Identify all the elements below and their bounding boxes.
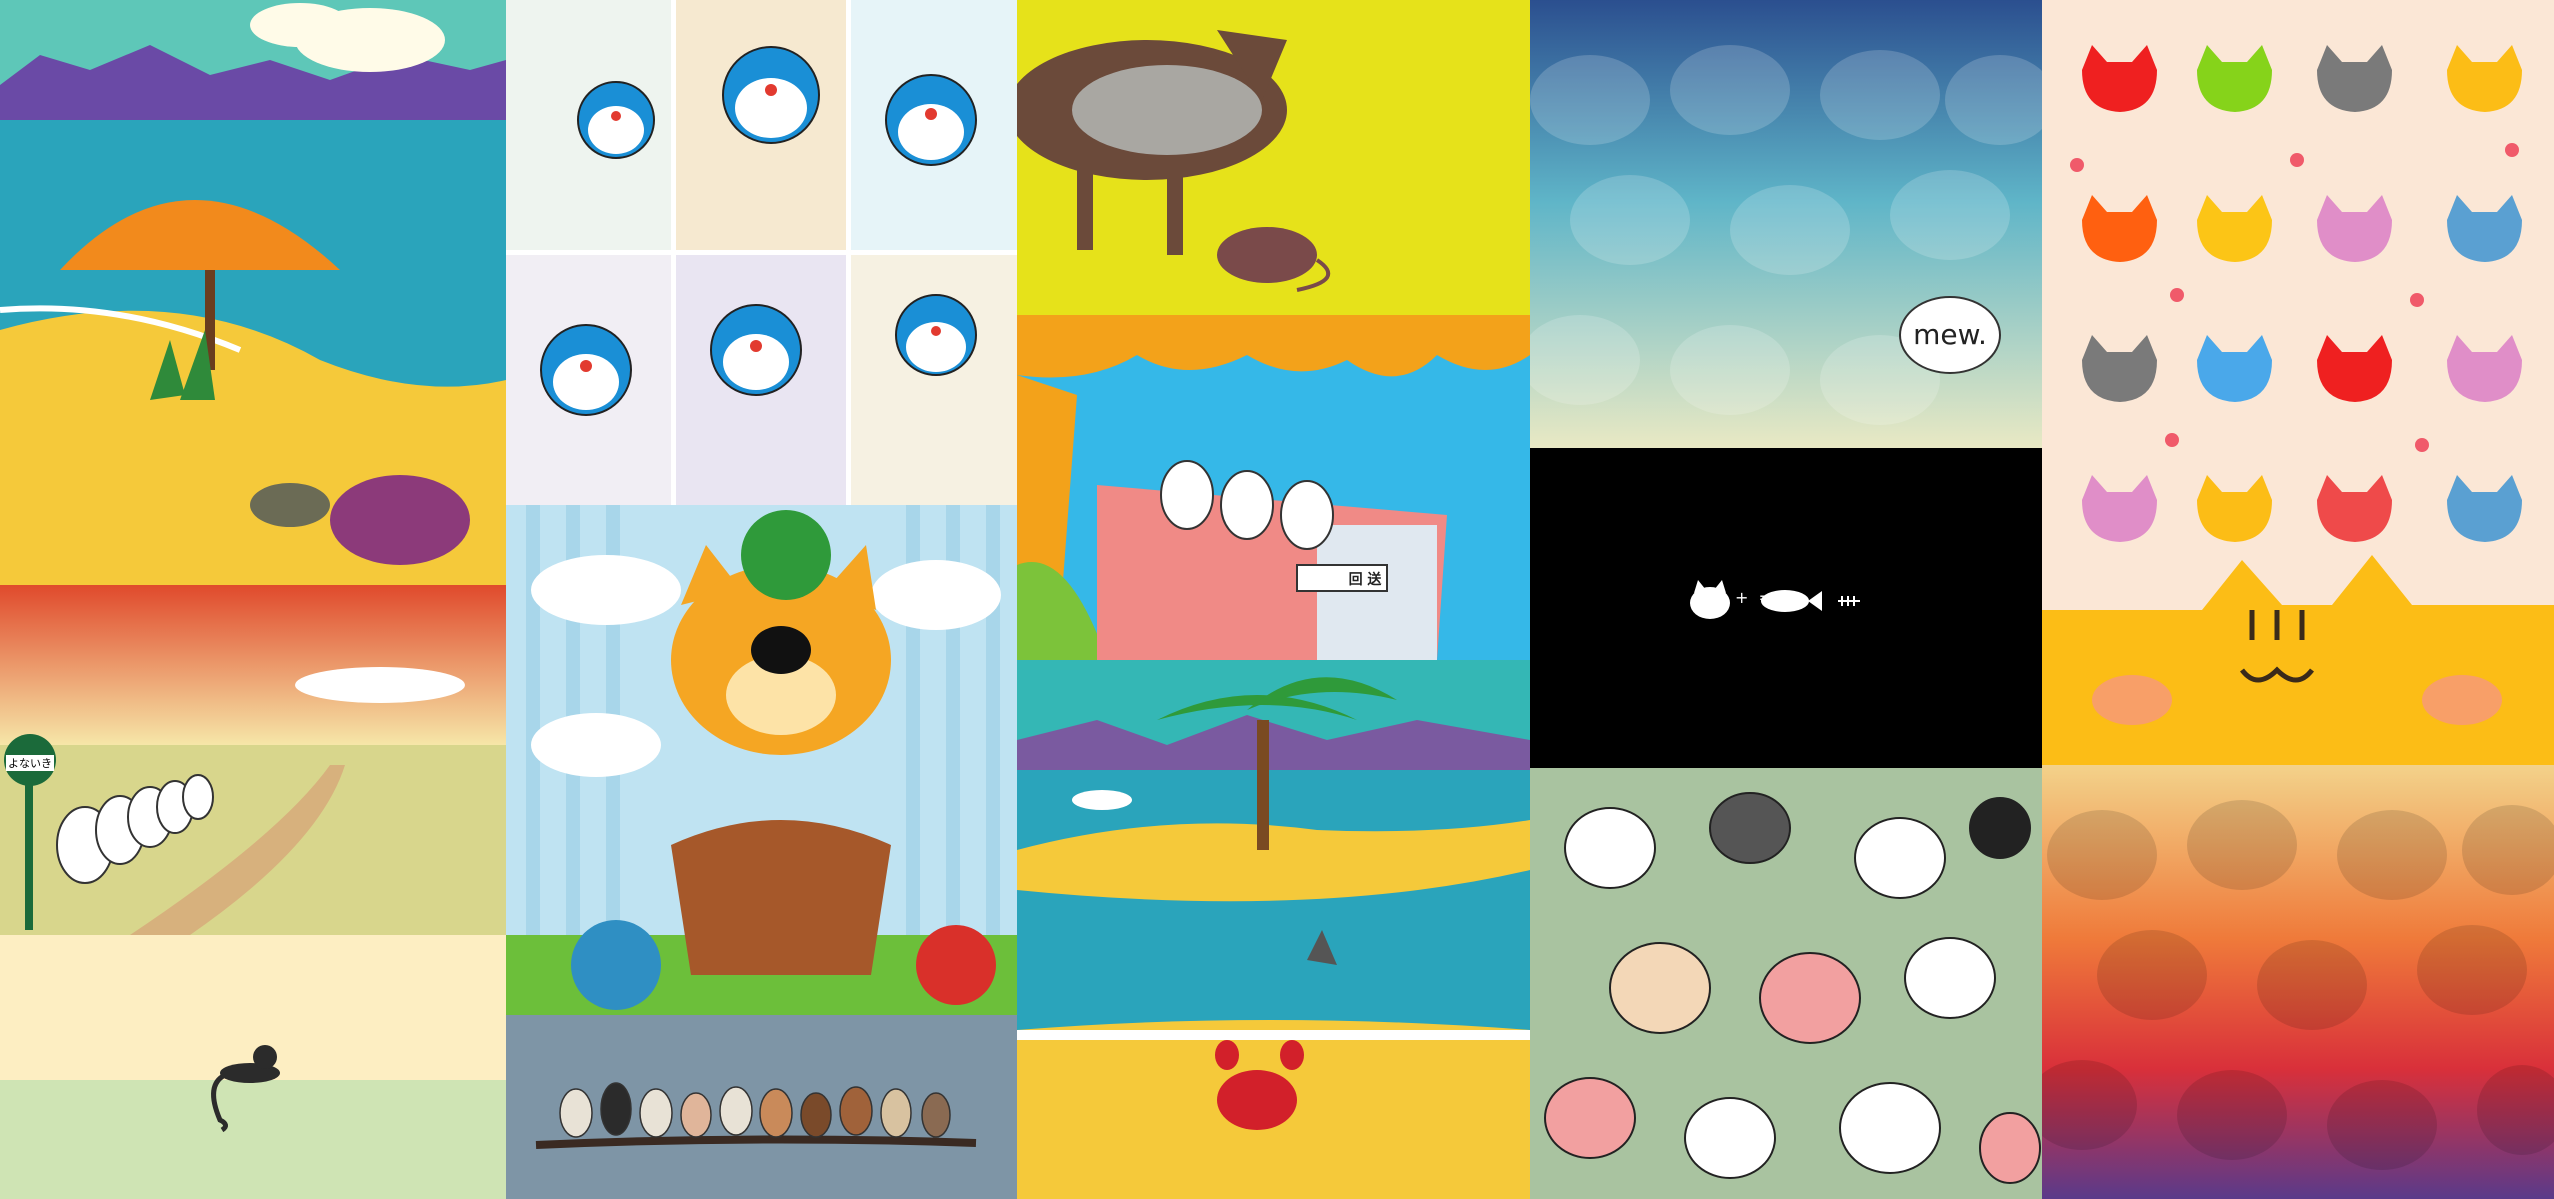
tile-doraemon-grid[interactable] — [506, 0, 1017, 505]
cat-faces-grid-thumbnail — [2042, 0, 2554, 765]
tile-cat-faces-grid[interactable] — [2042, 0, 2554, 765]
clay-island-crab-thumbnail — [1017, 660, 1530, 1199]
tile-cats-on-bus[interactable]: 回 送 — [1017, 315, 1530, 660]
tile-clay-beach-turtle[interactable] — [0, 0, 506, 585]
cats-on-bus-thumbnail — [1017, 315, 1530, 660]
tile-black-cat-minimal[interactable] — [0, 935, 506, 1199]
black-cat-minimal-thumbnail — [0, 935, 506, 1199]
bus-destination-sign: 回 送 — [1348, 572, 1382, 588]
cat-fish-equation: + = — [1735, 588, 1772, 607]
tile-cat-yarn-basket[interactable] — [506, 505, 1017, 1015]
mechanical-cat-mouse-thumbnail — [1017, 0, 1530, 315]
wallpaper-gallery: よないき 回 送 mew. + = — [0, 0, 2554, 1199]
rainbow-cats-thumbnail — [2042, 765, 2554, 1199]
cats-bus-stop-thumbnail — [0, 585, 506, 935]
tile-cats-pattern[interactable] — [1530, 768, 2042, 1199]
tile-mechanical-cat-mouse[interactable] — [1017, 0, 1530, 315]
tile-mew-cats-blue[interactable]: mew. — [1530, 0, 2042, 448]
cats-pattern-thumbnail — [1530, 768, 2042, 1199]
tile-cats-bus-stop[interactable]: よないき — [0, 585, 506, 935]
owls-branch-thumbnail — [506, 1015, 1017, 1199]
cat-yarn-basket-thumbnail — [506, 505, 1017, 1015]
tile-rainbow-cats[interactable] — [2042, 765, 2554, 1199]
cat-plus-fish-thumbnail — [1530, 448, 2042, 768]
clay-beach-turtle-thumbnail — [0, 0, 506, 585]
bus-stop-sign: よないき — [6, 755, 54, 771]
tile-owls-branch[interactable] — [506, 1015, 1017, 1199]
doraemon-grid-thumbnail — [506, 0, 1017, 505]
tile-clay-island-crab[interactable] — [1017, 660, 1530, 1199]
mew-cats-blue-thumbnail — [1530, 0, 2042, 448]
tile-cat-plus-fish[interactable]: + = — [1530, 448, 2042, 768]
mew-speech-bubble: mew. — [1913, 318, 1987, 351]
